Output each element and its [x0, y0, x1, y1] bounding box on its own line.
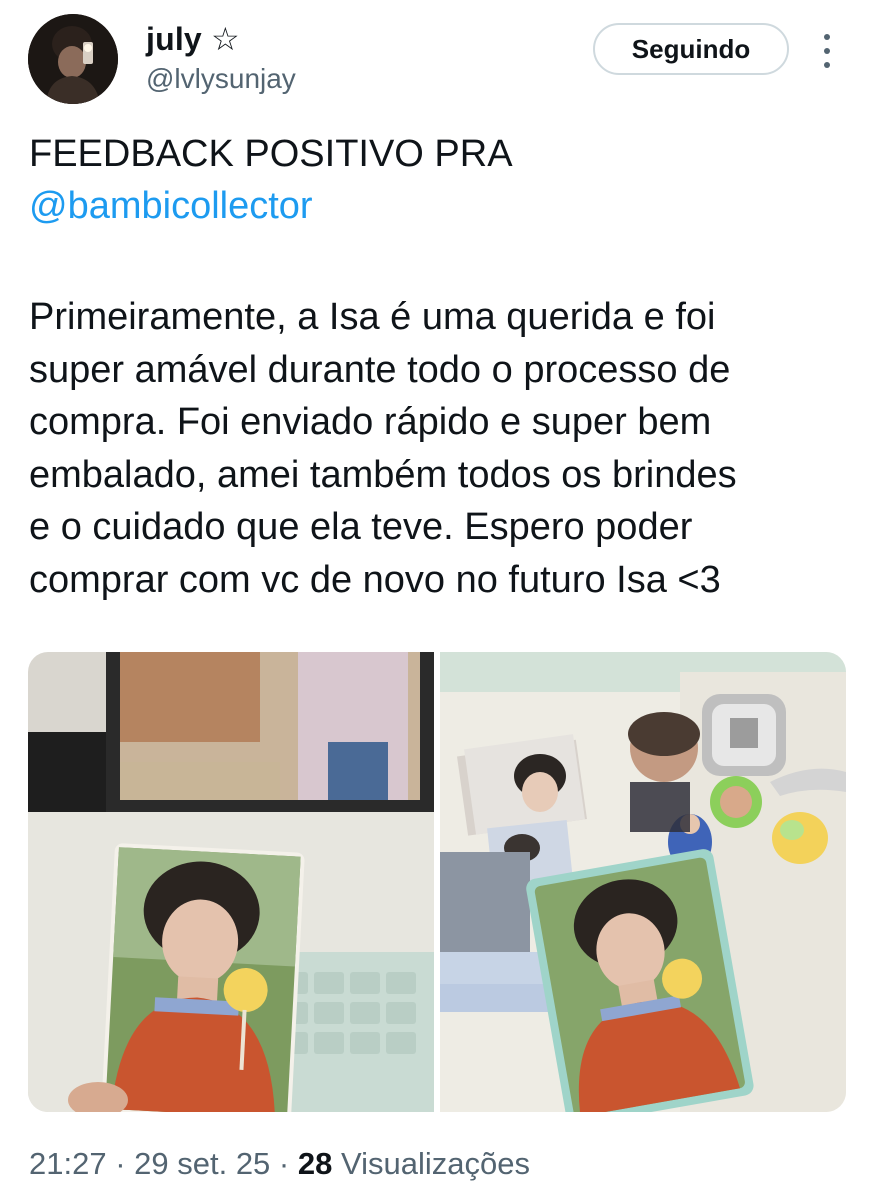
separator: · — [270, 1146, 298, 1181]
views-label: Visualizações — [332, 1146, 530, 1181]
photocard-with-stickers-photo[interactable] — [440, 652, 846, 1112]
display-name[interactable]: july ☆ — [146, 20, 240, 58]
tweet-text-line: FEEDBACK POSITIVO PRA — [29, 133, 513, 175]
separator: · — [106, 1146, 135, 1181]
photocard-with-laptop-photo[interactable] — [28, 652, 434, 1112]
more-vertical-icon[interactable] — [817, 34, 837, 68]
following-button[interactable]: Seguindo — [593, 23, 789, 75]
tweet-paragraph-line: comprar com vc de novo no futuro Isa <3 — [29, 558, 721, 601]
tweet-date[interactable]: 29 set. 25 — [134, 1146, 270, 1181]
tweet-paragraph-line: compra. Foi enviado rápido e super bem — [29, 401, 712, 443]
tweet-paragraph: Primeiramente, a Isa é uma querida e foi… — [29, 291, 849, 606]
tweet-paragraph-line: super amável durante todo o processo de — [29, 348, 731, 391]
avatar[interactable] — [28, 14, 118, 104]
tweet-time[interactable]: 21:27 — [29, 1146, 107, 1181]
views-count: 28 — [297, 1146, 333, 1181]
tweet-paragraph-line: e o cuidado que ela teve. Espero poder — [29, 506, 693, 548]
tweet-paragraph-line: embalado, amei também todos os brindes — [29, 453, 737, 496]
user-handle[interactable]: @lvlysunjay — [146, 62, 296, 96]
tweet-paragraph-line: Primeiramente, a Isa é uma querida e foi — [29, 296, 716, 338]
media-grid — [28, 652, 846, 1112]
tweet-meta: 21:27 · 29 set. 25 · 28 Visualizações — [29, 1146, 530, 1182]
tweet: july ☆ @lvlysunjay Seguindo FEEDBACK POS… — [0, 0, 873, 1200]
mention-link[interactable]: @bambicollector — [29, 180, 313, 233]
